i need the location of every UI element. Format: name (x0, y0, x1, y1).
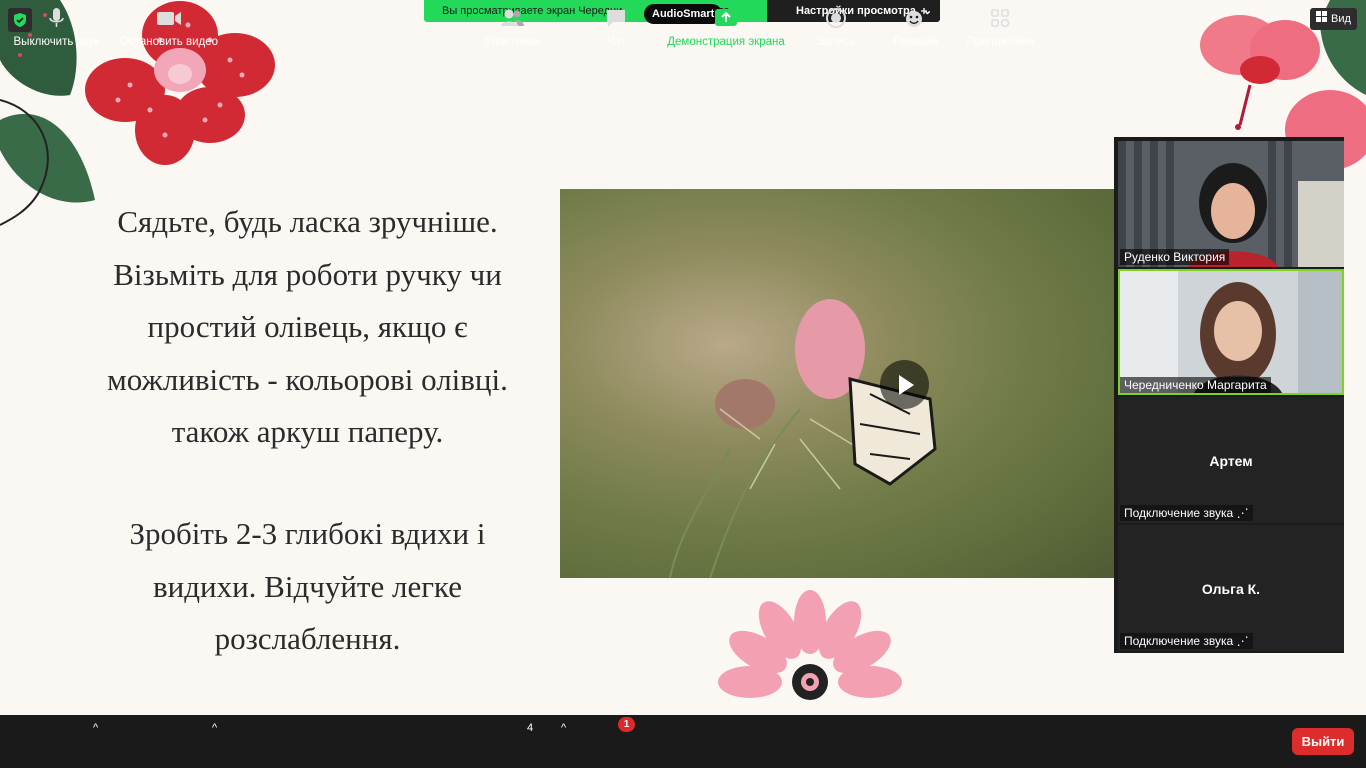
participant-name: Руденко Виктория (1120, 249, 1230, 265)
audio-options-caret[interactable]: ^ (93, 722, 98, 734)
record-icon (826, 8, 846, 28)
loading-dots-icon: ⋰ (1236, 634, 1249, 648)
butterfly-thistle-image (669, 299, 937, 578)
chat-bubble-icon (607, 10, 625, 27)
share-screen-icon (715, 9, 737, 26)
participant-tile-2[interactable]: Чередниченко Маргарита (1118, 269, 1344, 395)
meeting-toolbar (0, 715, 1366, 768)
slide-video[interactable] (560, 189, 1116, 578)
share-screen-button[interactable]: Демонстрация экрана (662, 6, 790, 51)
participants-button[interactable]: Участники (478, 6, 546, 51)
play-button[interactable] (880, 360, 929, 409)
participant-name: Чередниченко Маргарита (1120, 377, 1271, 393)
participants-count: 4 (527, 722, 534, 734)
record-button[interactable]: Запись (810, 6, 862, 51)
participant-tile-4[interactable]: Ольга К. Подключение звука ⋰ (1118, 525, 1344, 651)
share-screen-label: Демонстрация экрана (667, 36, 785, 48)
participant-name: Артем (1209, 453, 1253, 469)
video-camera-icon (157, 12, 181, 25)
audio-connecting-status: Подключение звука ⋰ (1120, 633, 1253, 649)
participant-tile-3[interactable]: Артем Подключение звука ⋰ (1118, 397, 1344, 523)
participant-tile-1[interactable]: Руденко Виктория (1118, 141, 1344, 267)
chat-label: Чат (606, 36, 626, 48)
stop-video-label: Остановить видео (120, 36, 218, 48)
participants-options-caret[interactable]: ^ (561, 722, 566, 734)
view-button[interactable]: Вид (1310, 8, 1357, 30)
participant-name: Ольга К. (1201, 581, 1261, 597)
participants-icon (501, 9, 524, 26)
participant-gallery: Руденко Виктория Чередниченко Маргарита … (1114, 137, 1344, 653)
zoom-meeting-window: Сядьте, будь ласка зручніше. Візьміть дл… (0, 0, 1366, 768)
reactions-button[interactable]: Реакции (888, 6, 944, 51)
smiley-plus-icon (906, 8, 927, 27)
stop-video-button[interactable]: Остановить видео (116, 6, 222, 51)
video-options-caret[interactable]: ^ (212, 722, 217, 734)
chat-button[interactable]: Чат (596, 6, 636, 51)
audio-connecting-status: Подключение звука ⋰ (1120, 505, 1253, 521)
loading-dots-icon: ⋰ (1236, 506, 1249, 520)
apps-button[interactable]: Приложения (962, 6, 1038, 51)
apps-icon (991, 9, 1010, 28)
reactions-label: Реакции (893, 36, 939, 48)
participants-label: Участники (484, 36, 540, 48)
slide-paragraph-1: Сядьте, будь ласка зручніше. Візьміть дл… (107, 204, 508, 449)
mute-button[interactable]: Выключить звук (8, 6, 104, 51)
mute-label: Выключить звук (13, 36, 99, 48)
chat-unread-badge: 1 (618, 717, 635, 732)
leave-button[interactable]: Выйти (1292, 728, 1354, 755)
apps-label: Приложения (966, 36, 1034, 48)
grid-icon (1316, 8, 1327, 30)
microphone-icon (49, 8, 64, 27)
record-label: Запись (817, 36, 855, 48)
slide-paragraph-2: Зробіть 2-3 глибокі вдихи і видихи. Відч… (129, 516, 486, 656)
view-label: Вид (1331, 13, 1351, 25)
